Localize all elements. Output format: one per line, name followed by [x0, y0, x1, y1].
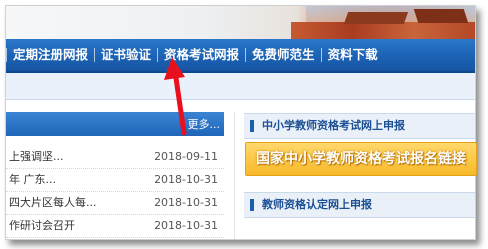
news-date: 2018-09-11: [154, 150, 218, 163]
news-title-link[interactable]: 年 广东...: [9, 169, 56, 191]
banner-text: 国家中小学教师资格考试报名链接: [256, 151, 466, 167]
list-item: 四大片区每人每... 2018-10-31: [6, 192, 224, 215]
list-item: 作研讨会召开 2018-10-31: [6, 215, 224, 238]
section-header-certification: 教师资格认定网上申报: [244, 192, 475, 218]
news-panel-header: 更多...: [6, 112, 224, 136]
news-title-link[interactable]: 作研讨会召开: [9, 215, 75, 237]
section-title: 教师资格认定网上申报: [262, 198, 372, 211]
sub-nav-strip: [6, 73, 475, 100]
banner-roof-image: [343, 12, 409, 24]
section-bullet-icon: [250, 199, 254, 211]
section-header-exam-signup: 中小学教师资格考试网上申报: [244, 113, 475, 139]
news-list: 上强调坚... 2018-09-11 年 广东... 2018-10-31 四大…: [6, 146, 224, 238]
spacer: [6, 100, 475, 112]
banner-roof-image-2: [413, 9, 469, 23]
list-item: 年 广东... 2018-10-31: [6, 169, 224, 192]
news-title-link[interactable]: 上强调坚...: [9, 146, 64, 168]
exam-signup-banner-link[interactable]: 国家中小学教师资格考试报名链接: [245, 142, 477, 176]
nav-item-registration[interactable]: 定期注册网报: [7, 39, 94, 71]
browser-screenshot-frame: 定期注册网报 证书验证 资格考试网报 免费师范生 资料下载 更多... 上强调坚…: [5, 5, 476, 240]
nav-item-downloads[interactable]: 资料下载: [322, 39, 384, 71]
banner-palace-wall-image: [291, 22, 475, 39]
news-title-link[interactable]: 四大片区每人每...: [9, 192, 97, 214]
list-item: 上强调坚... 2018-09-11: [6, 146, 224, 169]
nav-item-certificate-verify[interactable]: 证书验证: [95, 39, 157, 71]
section-title: 中小学教师资格考试网上申报: [262, 119, 405, 132]
nav-item-exam-signup[interactable]: 资格考试网报: [158, 39, 245, 71]
news-date: 2018-10-31: [154, 219, 218, 232]
more-link[interactable]: 更多...: [188, 116, 221, 132]
nav-item-free-normal-students[interactable]: 免费师范生: [246, 39, 321, 71]
column-divider: [234, 112, 235, 239]
news-date: 2018-10-31: [154, 173, 218, 186]
main-nav-bar: 定期注册网报 证书验证 资格考试网报 免费师范生 资料下载: [6, 39, 475, 73]
news-date: 2018-10-31: [154, 196, 218, 209]
section-bullet-icon: [250, 120, 254, 132]
header-banner: [6, 6, 475, 39]
